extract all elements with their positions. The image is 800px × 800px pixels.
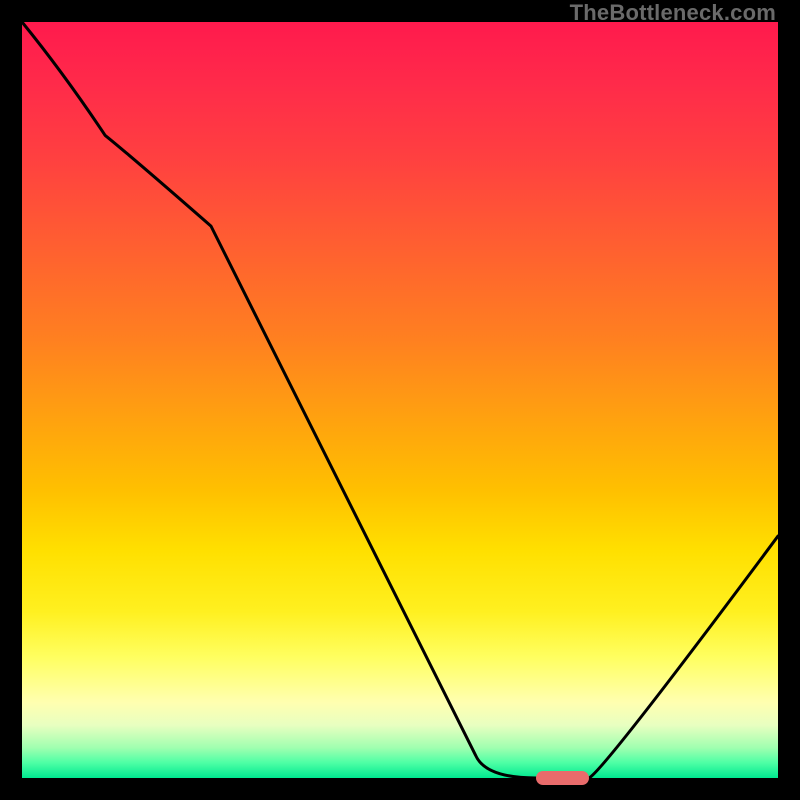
bottleneck-curve xyxy=(22,22,778,778)
optimum-marker xyxy=(536,771,589,785)
chart-frame: TheBottleneck.com xyxy=(0,0,800,800)
plot-area xyxy=(22,22,778,778)
